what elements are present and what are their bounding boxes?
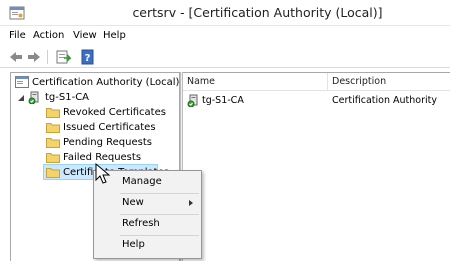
svg-text:?: ? [85, 53, 91, 64]
folder-icon [46, 153, 60, 163]
certification-authority-icon [15, 76, 29, 88]
export-list-icon[interactable] [55, 49, 71, 65]
context-menu-new[interactable]: New [94, 194, 201, 212]
title-bar: certsrv - [Certification Authority (Loca… [0, 0, 450, 26]
results-pane: Name Description tg-S1-CA Certification … [183, 72, 450, 261]
help-icon[interactable]: ? [80, 49, 96, 65]
tree-item-ca[interactable]: tg-S1-CA [13, 90, 173, 105]
menu-bar: File Action View Help [0, 27, 450, 45]
tree-label-root: Certification Authority (Local) [32, 77, 180, 88]
back-icon[interactable] [8, 49, 24, 65]
menu-file[interactable]: File [9, 27, 26, 45]
ca-server-icon [28, 91, 39, 104]
menu-action[interactable]: Action [33, 27, 64, 45]
tree-item-root[interactable]: Certification Authority (Local) [13, 75, 179, 90]
menu-help[interactable]: Help [103, 27, 126, 45]
cell-name: tg-S1-CA [202, 95, 244, 106]
tree-item-revoked-certificates[interactable]: Revoked Certificates [43, 105, 173, 120]
tree-label: Issued Certificates [63, 122, 156, 133]
toolbar: ? [0, 46, 450, 68]
cell-description: Certification Authority [332, 95, 437, 106]
folder-icon [46, 108, 60, 118]
folder-icon [46, 138, 60, 148]
column-header-description[interactable]: Description [328, 73, 450, 91]
menu-view[interactable]: View [73, 27, 97, 45]
toolbar-separator [47, 50, 48, 64]
context-menu-new-label: New [122, 197, 144, 208]
tree-label-ca: tg-S1-CA [45, 92, 90, 103]
table-row[interactable]: tg-S1-CA Certification Authority [183, 93, 450, 108]
folder-icon [46, 168, 60, 178]
tree-label: Pending Requests [63, 137, 152, 148]
window-title: certsrv - [Certification Authority (Loca… [132, 5, 383, 20]
folder-icon [46, 123, 60, 133]
mouse-cursor-icon [95, 163, 111, 184]
tree-item-issued-certificates[interactable]: Issued Certificates [43, 120, 173, 135]
forward-icon[interactable] [26, 49, 42, 65]
context-menu-refresh[interactable]: Refresh [94, 215, 201, 233]
ca-server-icon [187, 94, 198, 107]
expanded-arrow-icon[interactable] [17, 94, 25, 102]
submenu-arrow-icon [189, 200, 193, 206]
tree-item-pending-requests[interactable]: Pending Requests [43, 135, 173, 150]
column-header-name[interactable]: Name [183, 73, 328, 91]
tree-label: Revoked Certificates [63, 107, 166, 118]
context-menu-help[interactable]: Help [94, 236, 201, 254]
